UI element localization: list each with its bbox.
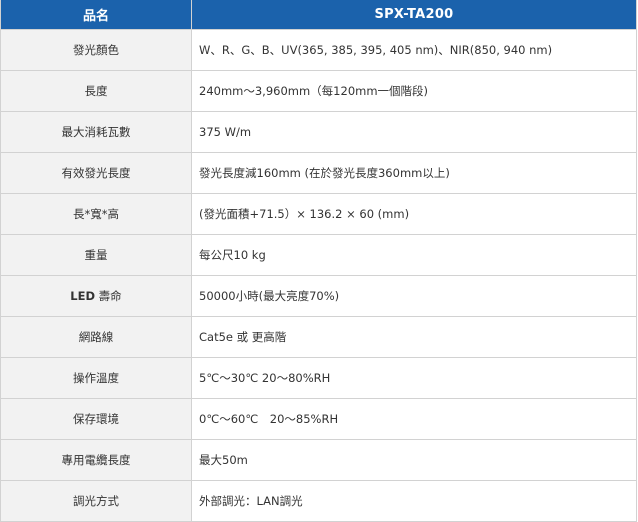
led-label-prefix: LED — [70, 289, 96, 303]
row-label: 長度 — [0, 70, 192, 112]
row-value: 375 W/m — [191, 111, 637, 153]
row-label: 專用電纜長度 — [0, 439, 192, 481]
header-label: 品名 — [0, 0, 192, 30]
table-row: 調光方式 外部調光：LAN調光 — [0, 480, 637, 522]
row-value: 240mm～3,960mm（每120mm一個階段) — [191, 70, 637, 112]
table-row: 專用電纜長度 最大50m — [0, 439, 637, 481]
row-label: 長*寬*高 — [0, 193, 192, 235]
table-header-row: 品名 SPX-TA200 — [0, 0, 637, 30]
row-label: 操作溫度 — [0, 357, 192, 399]
row-label: 最大消耗瓦數 — [0, 111, 192, 153]
row-label-suffix: 壽命 — [95, 289, 122, 303]
row-label: 有效發光長度 — [0, 152, 192, 194]
table-row: 發光顏色 W、R、G、B、UV(365, 385, 395, 405 nm)、N… — [0, 29, 637, 71]
table-row: 長度 240mm～3,960mm（每120mm一個階段) — [0, 70, 637, 112]
row-label: 重量 — [0, 234, 192, 276]
row-label: 保存環境 — [0, 398, 192, 440]
row-value: W、R、G、B、UV(365, 385, 395, 405 nm)、NIR(85… — [191, 29, 637, 71]
row-label: 發光顏色 — [0, 29, 192, 71]
table-row: LED 壽命 50000小時(最大亮度70%) — [0, 275, 637, 317]
table-row: 網路線 Cat5e 或 更高階 — [0, 316, 637, 358]
row-label: LED 壽命 — [0, 275, 192, 317]
table-row: 長*寬*高 (發光面積+71.5）× 136.2 × 60 (mm) — [0, 193, 637, 235]
row-value: 外部調光：LAN調光 — [191, 480, 637, 522]
row-value: 發光長度減160mm (在於發光長度360mm以上) — [191, 152, 637, 194]
row-value: (發光面積+71.5）× 136.2 × 60 (mm) — [191, 193, 637, 235]
row-value: 5℃～30℃ 20～80%RH — [191, 357, 637, 399]
table-row: 操作溫度 5℃～30℃ 20～80%RH — [0, 357, 637, 399]
table-row: 有效發光長度 發光長度減160mm (在於發光長度360mm以上) — [0, 152, 637, 194]
row-label: 調光方式 — [0, 480, 192, 522]
table-row: 重量 每公尺10 kg — [0, 234, 637, 276]
table-row: 最大消耗瓦數 375 W/m — [0, 111, 637, 153]
row-label: 網路線 — [0, 316, 192, 358]
row-value: Cat5e 或 更高階 — [191, 316, 637, 358]
spec-table: 品名 SPX-TA200 發光顏色 W、R、G、B、UV(365, 385, 3… — [0, 0, 637, 522]
row-value: 0℃～60℃ 20～85%RH — [191, 398, 637, 440]
table-row: 保存環境 0℃～60℃ 20～85%RH — [0, 398, 637, 440]
row-value: 最大50m — [191, 439, 637, 481]
row-value: 每公尺10 kg — [191, 234, 637, 276]
row-value: 50000小時(最大亮度70%) — [191, 275, 637, 317]
header-model-name: SPX-TA200 — [191, 0, 637, 30]
